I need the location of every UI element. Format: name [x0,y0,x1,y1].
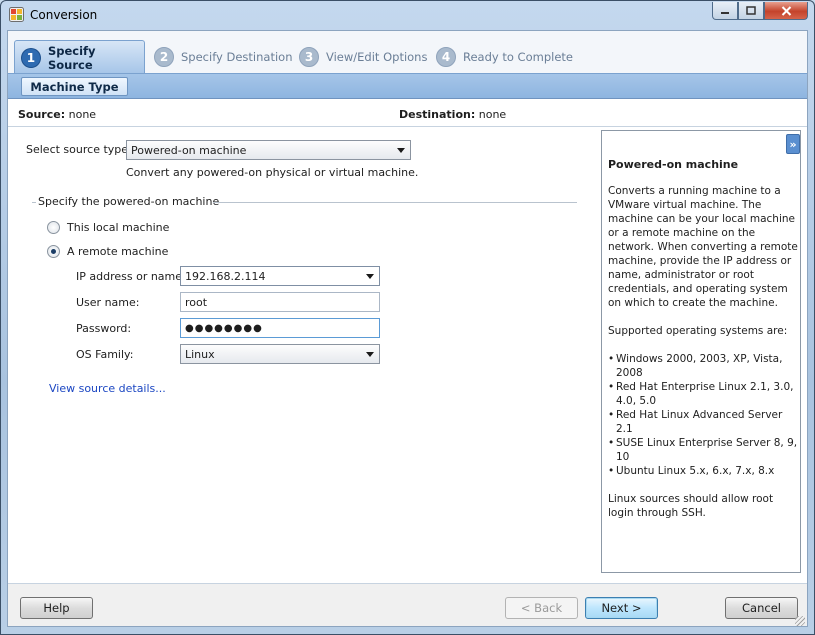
step-ready-to-complete[interactable]: 4 Ready to Complete [436,41,573,73]
step-label: Specify Source [47,43,96,72]
close-icon [781,5,791,16]
help-button[interactable]: Help [20,597,93,619]
step-number: 3 [299,47,319,67]
wizard-steps: 1 Specify Source 2 Specify Destination 3… [8,31,807,74]
password-label: Password: [76,322,132,335]
source-type-label: Select source type: [26,143,132,156]
step-number: 4 [436,47,456,67]
help-body: Converts a running machine to a VMware v… [608,184,798,534]
destination-summary: Destination: none [399,108,506,121]
os-family-label: OS Family: [76,348,134,361]
destination-label: Destination: [399,108,476,121]
step-view-edit-options[interactable]: 3 View/Edit Options [299,41,427,73]
source-label: Source: [18,108,66,121]
minimize-button[interactable] [712,2,738,20]
password-value: ●●●●●●●● [185,322,263,334]
resize-grip[interactable] [795,616,805,626]
list-item: Red Hat Enterprise Linux 2.1, 3.0, 4.0, … [608,380,798,408]
conversion-window: Conversion 1 Specify Source 2 Specify De… [0,0,815,635]
title-bar[interactable]: Conversion [1,1,814,29]
user-name-label: User name: [76,296,140,309]
chevron-down-icon [397,148,405,153]
step-specify-source[interactable]: 1 Specify Source [14,40,145,74]
tab-machine-type[interactable]: Machine Type [21,77,128,96]
help-intro: Converts a running machine to a VMware v… [608,185,798,309]
destination-value: none [478,108,507,121]
source-value: none [68,108,97,121]
group-divider [213,202,577,203]
chevron-down-icon [366,352,374,357]
source-type-description: Convert any powered-on physical or virtu… [126,166,419,179]
list-item: SUSE Linux Enterprise Server 8, 9, 10 [608,436,798,464]
wizard-client: 1 Specify Source 2 Specify Destination 3… [7,30,808,627]
user-name-value: root [185,295,208,309]
group-title: Specify the powered-on machine [36,195,226,208]
wizard-footer: Help < Back Next > Cancel [8,584,807,626]
local-machine-label[interactable]: This local machine [67,221,169,234]
help-panel: » Powered-on machine Converts a running … [601,130,801,573]
os-family-select[interactable]: Linux [180,344,380,364]
radio-local-machine[interactable] [47,221,60,234]
list-item: Red Hat Linux Advanced Server 2.1 [608,408,798,436]
step-number: 2 [154,47,174,67]
minimize-icon [721,11,729,14]
step-label: Ready to Complete [463,50,573,64]
window-controls [712,2,808,20]
os-family-value: Linux [185,347,215,361]
double-chevron-right-icon: » [789,137,797,151]
source-type-select[interactable]: Powered-on machine [126,140,411,160]
help-supported-heading: Supported operating systems are: [608,325,788,337]
step-number: 1 [21,47,41,68]
list-item: Windows 2000, 2003, XP, Vista, 2008 [608,352,798,380]
app-icon [9,7,24,22]
maximize-icon [746,6,756,15]
view-source-details-link[interactable]: View source details... [49,382,166,395]
next-button[interactable]: Next > [585,597,658,619]
step-label: Specify Destination [181,50,293,64]
chevron-down-icon[interactable] [366,274,374,279]
maximize-button[interactable] [738,2,764,20]
collapse-panel-button[interactable]: » [786,134,800,154]
remote-machine-label[interactable]: A remote machine [67,245,168,258]
source-summary: Source: none [18,108,96,121]
user-name-field[interactable]: root [180,292,380,312]
supported-os-list: Windows 2000, 2003, XP, Vista, 2008 Red … [608,352,798,478]
help-note: Linux sources should allow root login th… [608,493,774,519]
sub-tab-bar: Machine Type [8,73,807,99]
password-field[interactable]: ●●●●●●●● [180,318,380,338]
ip-address-combo[interactable]: 192.168.2.114 [180,266,380,286]
help-title: Powered-on machine [608,158,739,171]
cancel-button[interactable]: Cancel [725,597,798,619]
ip-address-value: 192.168.2.114 [185,269,266,283]
wizard-header: 1 Specify Source 2 Specify Destination 3… [8,31,807,99]
source-type-value: Powered-on machine [131,143,247,157]
ip-address-label: IP address or name: [76,270,186,283]
window-title: Conversion [30,8,98,22]
back-button[interactable]: < Back [505,597,578,619]
list-item: Ubuntu Linux 5.x, 6.x, 7.x, 8.x [608,464,798,478]
close-button[interactable] [764,2,808,20]
summary-divider [8,126,807,127]
step-specify-destination[interactable]: 2 Specify Destination [154,41,293,73]
radio-remote-machine[interactable] [47,245,60,258]
step-label: View/Edit Options [326,50,428,64]
